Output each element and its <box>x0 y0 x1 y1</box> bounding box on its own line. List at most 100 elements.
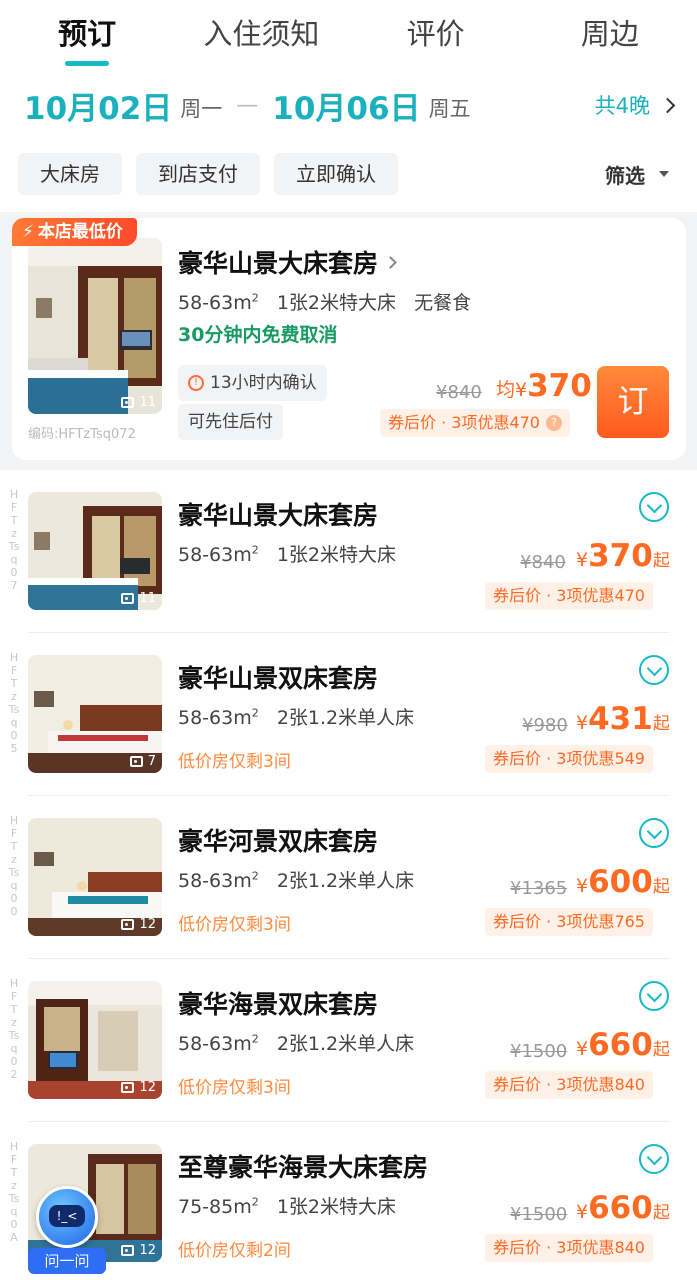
original-price: ¥1365 <box>510 878 568 899</box>
help-icon: ? <box>545 415 562 431</box>
filter-instant-confirm[interactable]: 立即确认 <box>274 153 398 195</box>
tab-nearby[interactable]: 周边 <box>523 0 697 70</box>
room-name[interactable]: 豪华山景双床套房 <box>178 659 378 695</box>
image-icon <box>121 919 135 930</box>
badge-label: 本店最低价 <box>37 222 123 242</box>
coupon-info[interactable]: 券后价 · 3项优惠765 <box>485 908 653 936</box>
tab-booking[interactable]: 预订 <box>0 0 174 70</box>
expand-chevron-icon[interactable] <box>639 1144 669 1174</box>
tab-bar: 预订 入住须知 评价 周边 <box>0 0 697 70</box>
photo-count: 12 <box>121 917 156 932</box>
robot-icon: !_< <box>36 1186 98 1248</box>
pay-later-tag: 可先住后付 <box>178 404 283 440</box>
room-row[interactable]: HFTzTsq02 12 豪华海景双床套房 58-63m2 2张1.2米单人床 … <box>0 959 697 1122</box>
nights-count[interactable]: 共4晚 <box>594 90 676 120</box>
room-list: HFTzTsq07 11 豪华山景大床套房 58-63m2 1张2米特大床 ¥8… <box>0 470 697 1280</box>
tab-checkin-notice[interactable]: 入住须知 <box>174 0 348 70</box>
room-photo[interactable]: 7 <box>28 655 162 773</box>
free-cancel-policy: 30分钟内免费取消 <box>178 324 338 346</box>
info-icon: ! <box>188 375 204 391</box>
image-icon <box>121 593 135 604</box>
original-price: ¥840 <box>520 552 566 573</box>
room-name[interactable]: 豪华山景大床套房 <box>178 244 397 280</box>
filter-pay-at-hotel[interactable]: 到店支付 <box>136 153 260 195</box>
room-name[interactable]: 豪华河景双床套房 <box>178 822 378 858</box>
coupon-info[interactable]: 券后价 · 3项优惠470 <box>485 582 653 610</box>
room-code: HFTzTsq02 <box>8 977 20 1081</box>
low-stock-notice: 低价房仅剩3间 <box>178 1078 291 1098</box>
original-price: ¥980 <box>522 715 568 736</box>
filter-button[interactable]: 筛选 <box>605 160 669 189</box>
filter-button-label: 筛选 <box>605 163 645 188</box>
room-photo[interactable]: 12 <box>28 818 162 936</box>
original-price: ¥1500 <box>510 1041 568 1062</box>
low-stock-notice: 低价房仅剩3间 <box>178 915 291 935</box>
tab-reviews[interactable]: 评价 <box>349 0 523 70</box>
room-code: HFTzTsq05 <box>8 651 20 755</box>
date-selector[interactable]: 10月02日 周一 — 10月06日 周五 共4晚 <box>0 70 697 140</box>
room-name[interactable]: 豪华海景双床套房 <box>178 985 378 1021</box>
room-spec: 58-63m2 2张1.2米单人床 <box>178 1032 415 1055</box>
room-row[interactable]: HFTzTsq07 11 豪华山景大床套房 58-63m2 1张2米特大床 ¥8… <box>0 470 697 633</box>
current-price: ¥431起 <box>576 701 670 737</box>
image-icon <box>121 1082 135 1093</box>
room-spec: 58-63m2 2张1.2米单人床 <box>178 869 415 892</box>
room-spec: 58-63m2 2张1.2米单人床 <box>178 706 415 729</box>
image-icon <box>121 1245 135 1256</box>
room-name[interactable]: 至尊豪华海景大床套房 <box>178 1148 428 1184</box>
photo-count: 12 <box>121 1080 156 1095</box>
low-stock-notice: 低价房仅剩2间 <box>178 1241 291 1261</box>
bolt-icon: ⚡ <box>22 222 34 242</box>
room-photo[interactable]: 12 <box>28 981 162 1099</box>
current-price: ¥660起 <box>576 1027 670 1063</box>
room-spec: 58-63m2 1张2米特大床 无餐食 <box>178 291 472 314</box>
chevron-right-icon <box>384 255 397 269</box>
current-price: ¥600起 <box>576 864 670 900</box>
room-code: HFTzTsq0A <box>8 1140 20 1244</box>
caret-down-icon <box>659 171 669 177</box>
nights-label: 共4晚 <box>594 94 650 118</box>
room-row[interactable]: HFTzTsq00 12 豪华河景双床套房 58-63m2 2张1.2米单人床 … <box>0 796 697 959</box>
coupon-info[interactable]: 券后价 · 3项优惠840 <box>485 1234 653 1262</box>
room-photo[interactable]: 11 <box>28 238 162 414</box>
featured-room-card[interactable]: ⚡ 本店最低价 11 编码:HFTzTsq072 豪华山景大床套房 58-63m2… <box>12 218 686 460</box>
current-price: ¥660起 <box>576 1190 670 1226</box>
robot-face: !_< <box>49 1205 85 1227</box>
image-icon <box>121 397 135 408</box>
image-icon <box>129 756 143 767</box>
photo-count: 7 <box>129 754 156 769</box>
room-name[interactable]: 豪华山景大床套房 <box>178 496 378 532</box>
assistant-button[interactable]: !_< 问一问 <box>28 1186 106 1276</box>
checkout-weekday: 周五 <box>428 97 471 121</box>
room-photo[interactable]: 11 <box>28 492 162 610</box>
filter-bar: 大床房 到店支付 立即确认 筛选 <box>0 140 697 208</box>
date-separator: — <box>236 92 259 118</box>
room-row[interactable]: HFTzTsq05 7 豪华山景双床套房 58-63m2 2张1.2米单人床 低… <box>0 633 697 796</box>
checkin-date[interactable]: 10月02日 <box>24 83 172 128</box>
book-button[interactable]: 订 <box>597 366 669 438</box>
expand-chevron-icon[interactable] <box>639 981 669 1011</box>
coupon-info[interactable]: 券后价 · 3项优惠470? <box>380 409 570 437</box>
filter-king-bed[interactable]: 大床房 <box>18 153 122 195</box>
coupon-info[interactable]: 券后价 · 3项优惠549 <box>485 745 653 773</box>
chevron-right-icon <box>659 97 676 113</box>
current-price: 均¥370 <box>496 368 592 404</box>
original-price: ¥840 <box>436 382 482 403</box>
photo-count: 11 <box>121 395 156 410</box>
original-price: ¥1500 <box>510 1204 568 1225</box>
photo-count: 11 <box>121 591 156 606</box>
expand-chevron-icon[interactable] <box>639 818 669 848</box>
coupon-info[interactable]: 券后价 · 3项优惠840 <box>485 1071 653 1099</box>
room-photo-image <box>28 238 162 414</box>
low-stock-notice: 低价房仅剩3间 <box>178 752 291 772</box>
checkout-date[interactable]: 10月06日 <box>272 83 420 128</box>
room-code: 编码:HFTzTsq072 <box>28 427 136 442</box>
lowest-price-badge: ⚡ 本店最低价 <box>12 218 137 246</box>
room-spec: 75-85m2 1张2米特大床 <box>178 1195 397 1218</box>
expand-chevron-icon[interactable] <box>639 655 669 685</box>
expand-chevron-icon[interactable] <box>639 492 669 522</box>
room-code: HFTzTsq00 <box>8 814 20 918</box>
confirm-time-tag: ! 13小时内确认 <box>178 365 327 401</box>
room-spec: 58-63m2 1张2米特大床 <box>178 543 397 566</box>
assistant-label: 问一问 <box>28 1248 106 1274</box>
